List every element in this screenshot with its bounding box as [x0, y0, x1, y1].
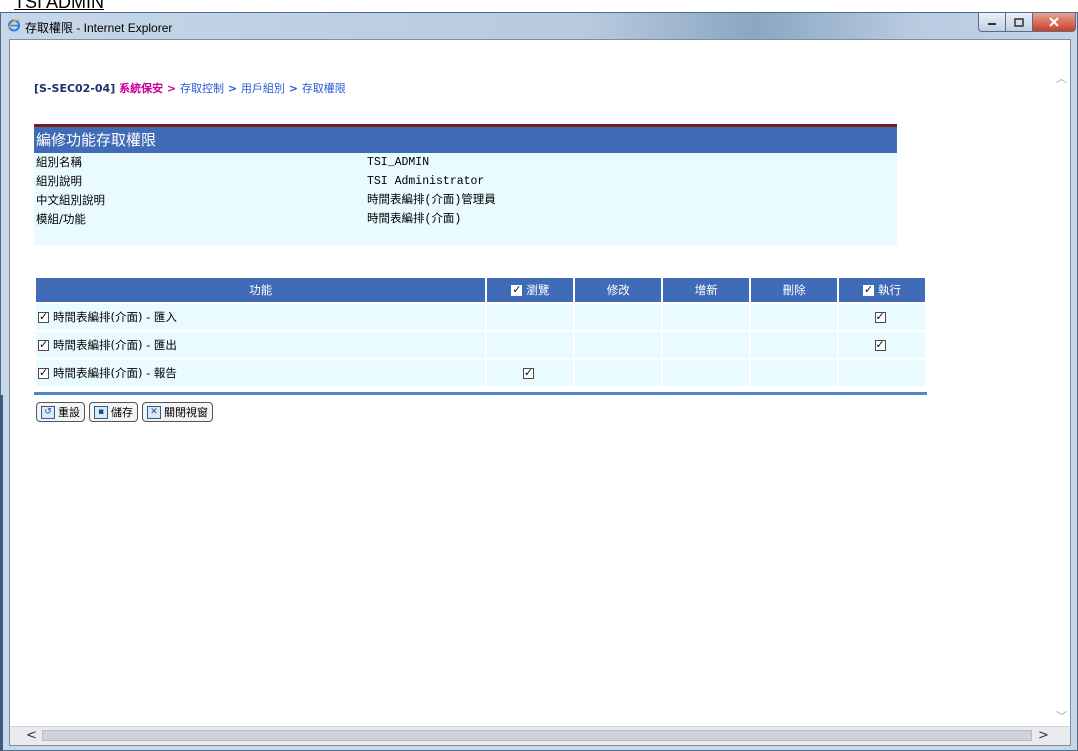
column-header-execute: 執行	[837, 276, 927, 304]
page-content: [S-SEC02-04] 系統保安 > 存取控制 > 用戶組別 > 存取權限 編…	[9, 39, 1071, 746]
horizontal-scroll-thumb[interactable]	[42, 730, 1032, 741]
column-header-delete: 刪除	[749, 276, 840, 304]
delete-cell	[749, 330, 840, 360]
reset-button[interactable]: ↺ 重設	[36, 402, 85, 422]
delete-cell	[749, 358, 840, 388]
table-bottom-border	[34, 392, 927, 395]
table-row: 時間表編排(介面) - 匯入	[33, 302, 927, 332]
maximize-button[interactable]	[1006, 13, 1033, 32]
row-select-checkbox[interactable]	[38, 338, 49, 351]
info-value: TSI_ADMIN	[367, 156, 430, 169]
info-label: 組別名稱	[36, 155, 82, 169]
group-info-panel: 編修功能存取權限 組別名稱 TSI_ADMIN 組別說明 TSI Adminis…	[34, 124, 897, 245]
execute-all-checkbox[interactable]	[863, 283, 875, 296]
breadcrumb-access-rights[interactable]: 存取權限	[302, 82, 346, 95]
info-row-group-name: 組別名稱 TSI_ADMIN	[34, 153, 897, 172]
execute-cell	[837, 358, 927, 388]
action-bar: ↺ 重設 ▪ 儲存 ✕ 關閉視窗	[36, 402, 213, 422]
execute-cell	[837, 302, 927, 332]
minimize-icon	[988, 23, 996, 25]
scroll-right-icon[interactable]: >	[1038, 728, 1049, 743]
table-row: 時間表編排(介面) - 匯出	[33, 330, 927, 360]
info-label: 中文組別說明	[36, 193, 105, 207]
function-cell: 時間表編排(介面) - 報告	[33, 358, 488, 388]
window-title: 存取權限 - Internet Explorer	[25, 21, 173, 35]
view-cell	[485, 358, 576, 388]
scroll-up-icon[interactable]: ︿	[1056, 70, 1067, 86]
info-value: 時間表編排(介面)	[367, 213, 462, 226]
browser-window: 存取權限 - Internet Explorer [S-SEC02-04] 系統…	[0, 12, 1078, 751]
minimize-button[interactable]	[978, 13, 1006, 32]
breadcrumb: [S-SEC02-04] 系統保安 > 存取控制 > 用戶組別 > 存取權限	[34, 80, 346, 96]
info-label: 組別說明	[36, 174, 82, 188]
execute-checkbox[interactable]	[874, 338, 886, 351]
add-cell	[661, 302, 752, 332]
info-label: 模組/功能	[36, 212, 86, 226]
column-header-execute-label: 執行	[878, 283, 902, 297]
info-value: TSI Administrator	[367, 175, 485, 188]
column-header-function: 功能	[33, 276, 488, 304]
breadcrumb-separator: >	[227, 82, 238, 95]
execute-cell	[837, 330, 927, 360]
close-page-button[interactable]: ✕ 關閉視窗	[142, 402, 213, 422]
modify-cell	[573, 358, 664, 388]
reset-icon: ↺	[41, 405, 55, 419]
view-checkbox[interactable]	[522, 366, 534, 379]
panel-title: 編修功能存取權限	[34, 127, 897, 153]
page-code: [S-SEC02-04]	[34, 82, 116, 95]
delete-cell	[749, 302, 840, 332]
add-cell	[661, 330, 752, 360]
maximize-icon	[1014, 17, 1024, 27]
breadcrumb-access-control[interactable]: 存取控制	[180, 82, 224, 95]
column-header-modify: 修改	[573, 276, 664, 304]
execute-checkbox[interactable]	[874, 310, 886, 323]
vertical-scrollbar[interactable]: ︿ ﹀	[1053, 40, 1070, 728]
reset-label: 重設	[58, 406, 80, 419]
horizontal-scrollbar[interactable]: < >	[10, 726, 1070, 745]
column-header-view-label: 瀏覽	[526, 283, 550, 297]
info-row-chinese-description: 中文組別說明 時間表編排(介面)管理員	[34, 191, 897, 210]
table-row: 時間表編排(介面) - 報告	[33, 358, 927, 388]
save-icon: ▪	[94, 405, 108, 419]
info-row-group-description: 組別說明 TSI Administrator	[34, 172, 897, 191]
close-window-icon: ✕	[147, 405, 161, 419]
breadcrumb-separator: >	[166, 82, 177, 95]
view-cell	[485, 302, 576, 332]
table-header-row: 功能 瀏覽 修改 增新 刪除 執行	[33, 276, 927, 304]
row-select-checkbox[interactable]	[38, 366, 49, 379]
function-name: 時間表編排(介面) - 匯入	[53, 310, 177, 324]
title-bar[interactable]: 存取權限 - Internet Explorer	[1, 13, 1077, 39]
function-cell: 時間表編排(介面) - 匯出	[33, 330, 488, 360]
function-cell: 時間表編排(介面) - 匯入	[33, 302, 488, 332]
close-label: 關閉視窗	[164, 406, 208, 419]
info-row-module: 模組/功能 時間表編排(介面)	[34, 210, 897, 229]
function-name: 時間表編排(介面) - 報告	[53, 366, 177, 380]
breadcrumb-separator: >	[288, 82, 298, 95]
modify-cell	[573, 330, 664, 360]
info-value: 時間表編排(介面)管理員	[367, 194, 496, 207]
window-edge	[0, 395, 3, 751]
view-all-checkbox[interactable]	[511, 283, 523, 296]
save-button[interactable]: ▪ 儲存	[89, 402, 138, 422]
breadcrumb-section[interactable]: 系統保安	[119, 82, 163, 95]
column-header-view: 瀏覽	[485, 276, 576, 304]
function-name: 時間表編排(介面) - 匯出	[53, 338, 177, 352]
internet-explorer-icon	[7, 19, 21, 32]
permissions-table: 功能 瀏覽 修改 增新 刪除 執行 時間表編排(介面) - 匯入	[33, 276, 927, 388]
row-select-checkbox[interactable]	[38, 310, 49, 323]
breadcrumb-user-groups[interactable]: 用戶組別	[241, 82, 285, 95]
add-cell	[661, 358, 752, 388]
info-row-spacer	[34, 229, 897, 245]
modify-cell	[573, 302, 664, 332]
column-header-add: 增新	[661, 276, 752, 304]
close-window-button[interactable]	[1033, 13, 1076, 32]
save-label: 儲存	[111, 406, 133, 419]
scroll-left-icon[interactable]: <	[26, 728, 37, 743]
view-cell	[485, 330, 576, 360]
close-icon	[1049, 17, 1059, 27]
scroll-down-icon[interactable]: ﹀	[1056, 708, 1067, 724]
